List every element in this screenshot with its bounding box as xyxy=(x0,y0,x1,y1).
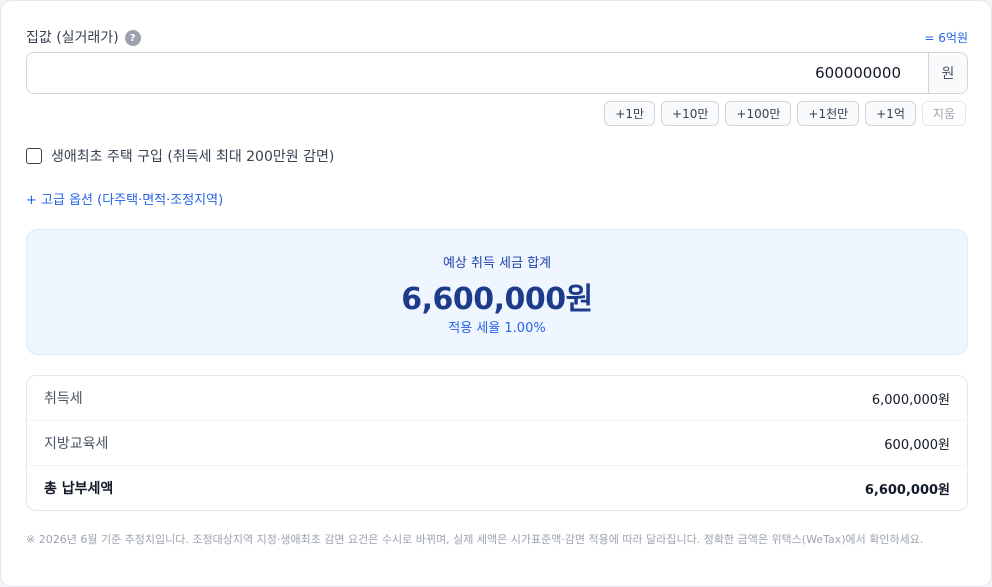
summary-title: 예상 취득 세금 합계 xyxy=(442,256,552,271)
quick-add-buttons: +1만 +10만 +100만 +1천만 +1억 지움 xyxy=(604,101,966,126)
table-row: 지방교육세 600,000원 xyxy=(27,421,967,466)
table-row: 취득세 6,000,000원 xyxy=(27,376,967,421)
calculator-card: 집값 (실거래가) ? = 6억원 원 +1만 +10만 +100만 +1천만 … xyxy=(0,0,992,587)
add-100m-button[interactable]: +1억 xyxy=(865,101,916,126)
price-field-label: 집값 (실거래가) ? xyxy=(26,27,141,47)
first-home-checkbox[interactable] xyxy=(26,148,42,164)
currency-unit: 원 xyxy=(928,53,967,93)
price-label-row: 집값 (실거래가) ? = 6억원 xyxy=(26,26,968,48)
clear-button[interactable]: 지움 xyxy=(921,101,966,126)
add-100k-button[interactable]: +10만 xyxy=(661,101,720,126)
first-home-option[interactable]: 생애최초 주택 구입 (취득세 최대 200만원 감면) xyxy=(26,146,334,166)
converted-amount-hint: = 6억원 xyxy=(924,30,968,45)
row-value: 6,600,000원 xyxy=(864,482,950,498)
row-label: 총 납부세액 xyxy=(44,481,114,497)
add-10k-button[interactable]: +1만 xyxy=(604,101,656,126)
table-row-total: 총 납부세액 6,600,000원 xyxy=(27,466,967,510)
question-mark-icon[interactable]: ? xyxy=(124,30,141,46)
row-value: 6,000,000원 xyxy=(871,392,950,408)
price-input[interactable] xyxy=(27,53,928,93)
first-home-label: 생애최초 주택 구입 (취득세 최대 200만원 감면) xyxy=(51,149,335,165)
tax-breakdown-table: 취득세 6,000,000원 지방교육세 600,000원 총 납부세액 6,6… xyxy=(26,375,968,511)
add-1m-button[interactable]: +100만 xyxy=(725,101,792,126)
price-input-group: 원 xyxy=(26,52,968,94)
tax-summary-panel: 예상 취득 세금 합계 6,600,000원 적용 세율 1.00% xyxy=(26,229,968,355)
summary-total-amount: 6,600,000원 xyxy=(401,282,593,317)
summary-tax-rate: 적용 세율 1.00% xyxy=(448,321,546,336)
advanced-options-toggle[interactable]: + 고급 옵션 (다주택·면적·조정지역) xyxy=(26,189,223,208)
row-label: 지방교육세 xyxy=(44,436,109,452)
disclaimer-note: ※ 2026년 6월 기준 추정치입니다. 조정대상지역 지정·생애최초 감면 … xyxy=(26,533,924,546)
add-10m-button[interactable]: +1천만 xyxy=(797,101,860,126)
row-label: 취득세 xyxy=(44,391,83,407)
row-value: 600,000원 xyxy=(884,437,950,453)
